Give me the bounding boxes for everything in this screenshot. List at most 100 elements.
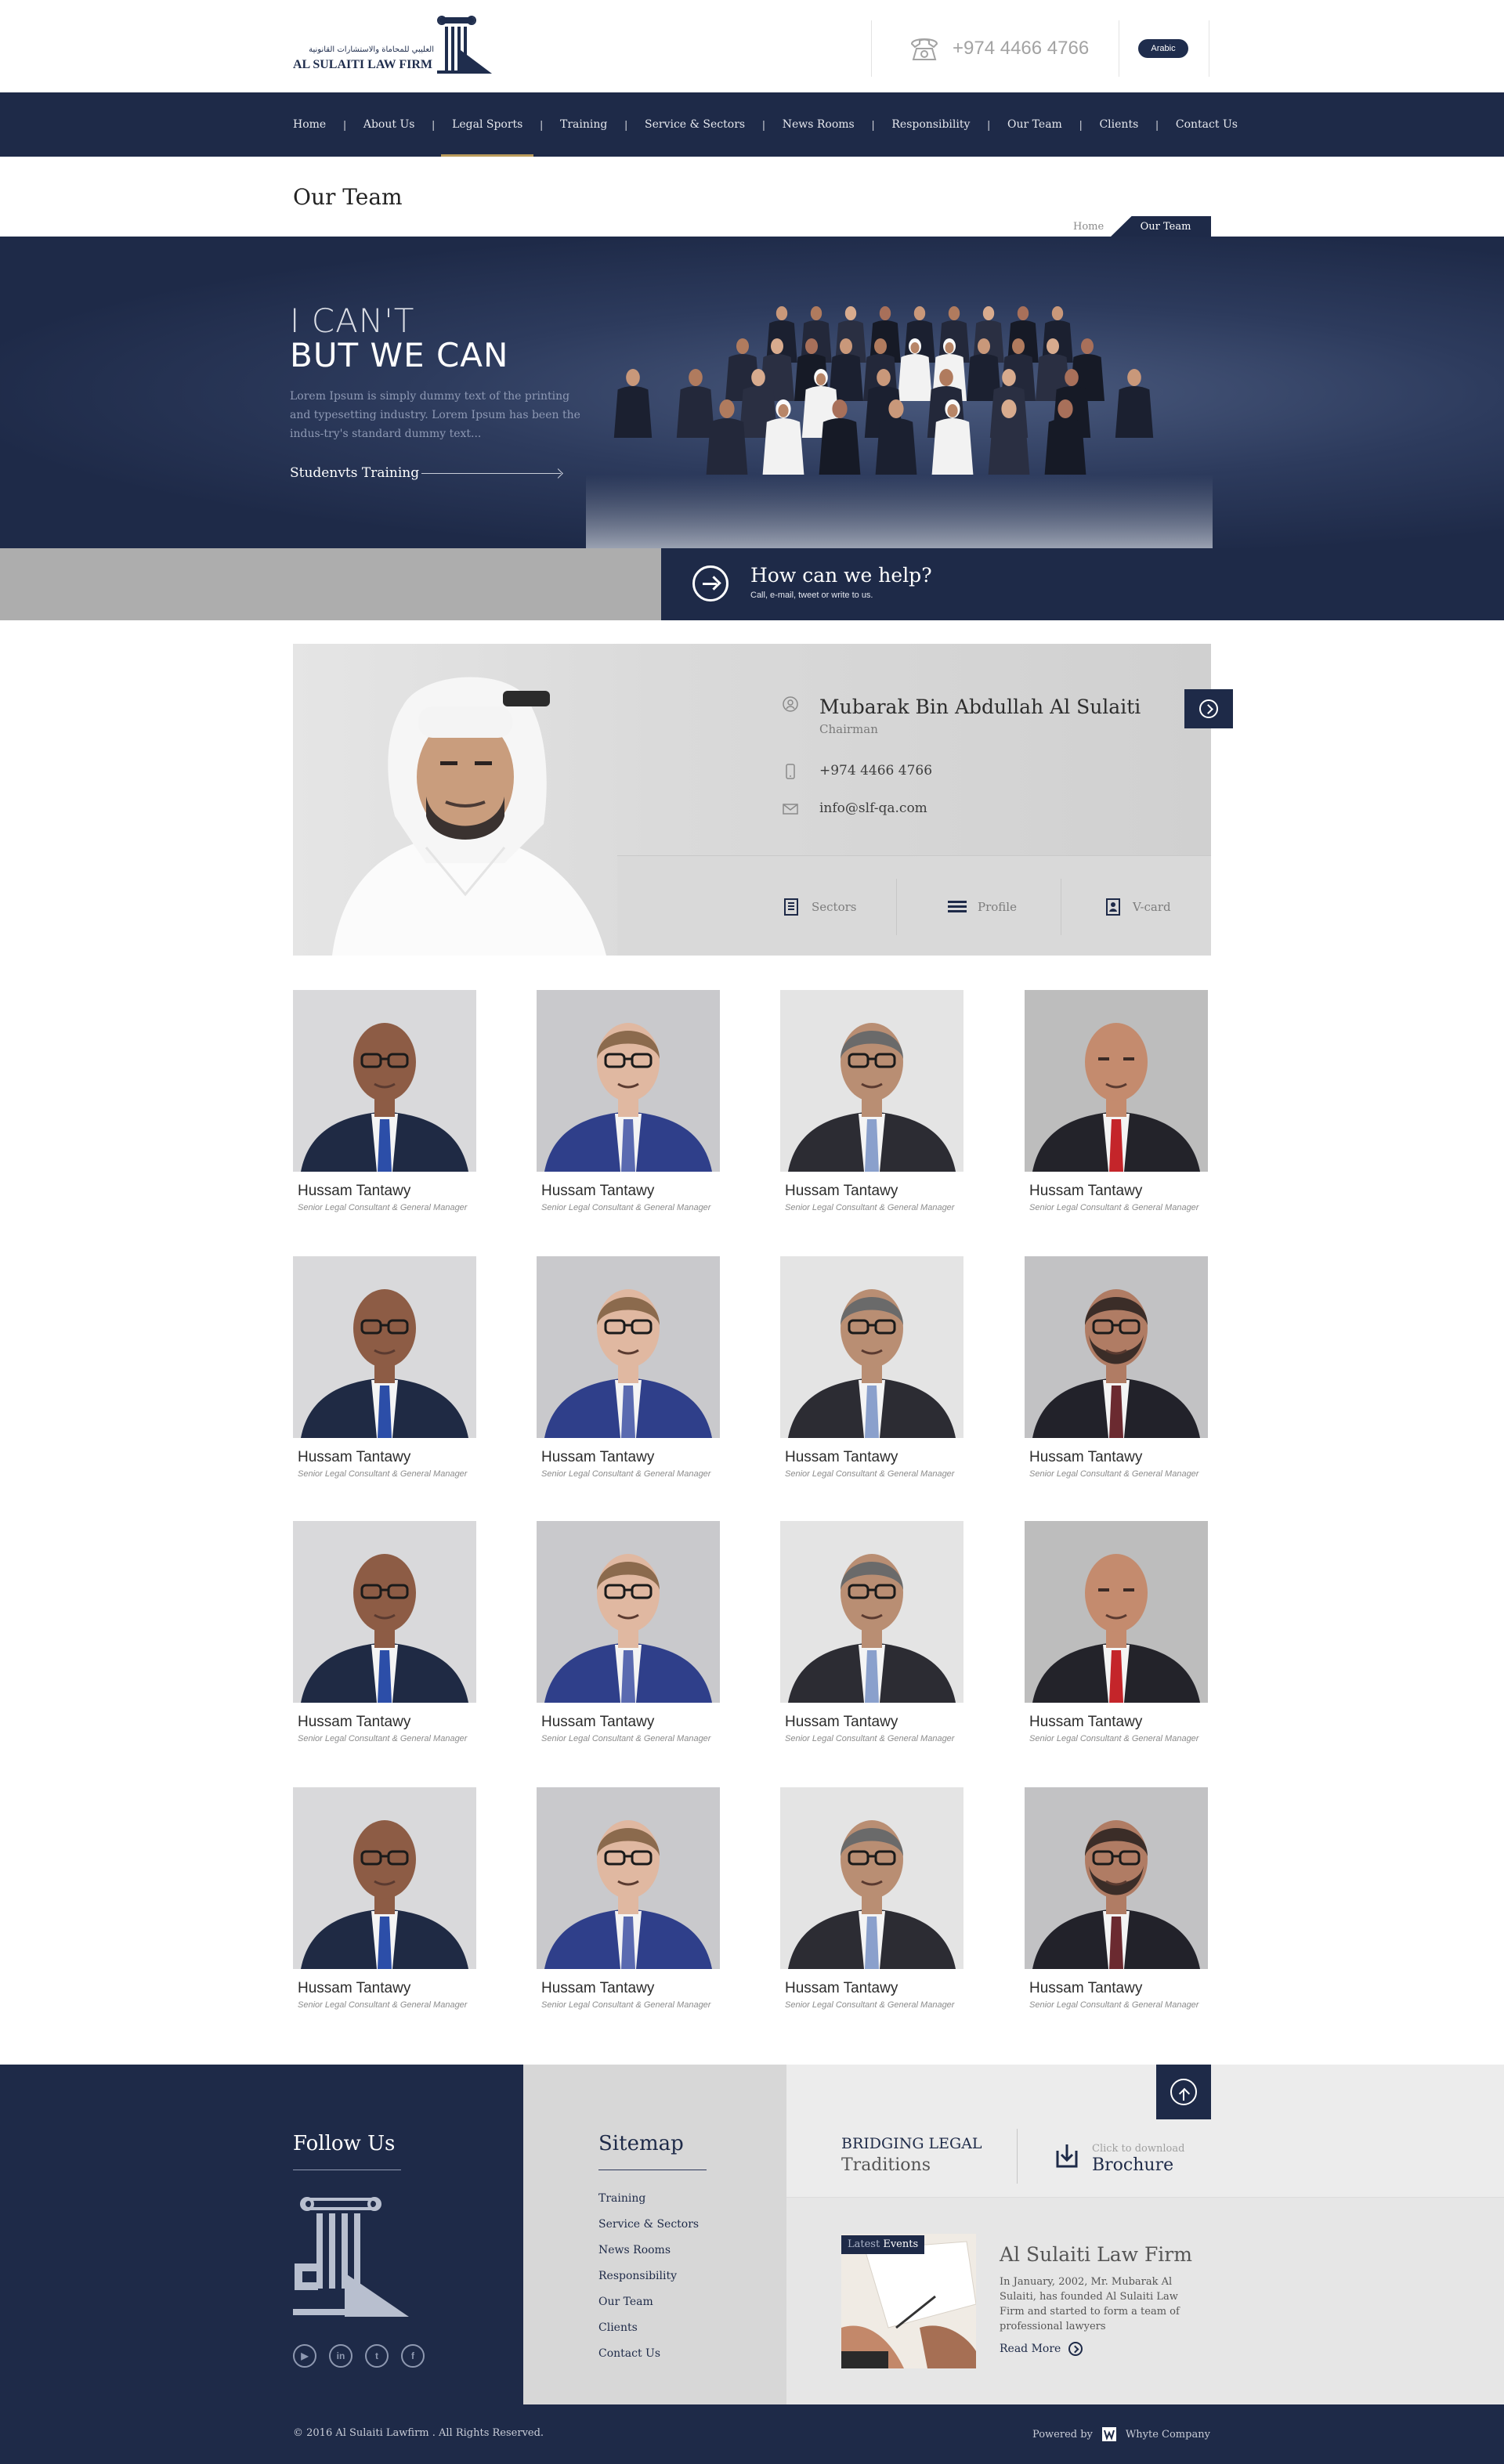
member-photo[interactable] xyxy=(1025,990,1208,1172)
read-more-label: Read More xyxy=(1000,2343,1061,2355)
powered-by[interactable]: Powered by Whyte Company xyxy=(1032,2426,1210,2443)
breadcrumb-home[interactable]: Home xyxy=(1073,221,1104,233)
team-member-card[interactable]: Hussam Tantawy Senior Legal Consultant & … xyxy=(537,990,720,1212)
sitemap-link[interactable]: Training xyxy=(598,2190,699,2216)
site-logo[interactable]: العليبي للمحاماة والاستشارات القانونية A… xyxy=(293,16,494,74)
team-member-card[interactable]: Hussam Tantawy Senior Legal Consultant & … xyxy=(293,1256,476,1479)
member-photo[interactable] xyxy=(1025,1256,1208,1438)
hero-training-link[interactable]: Studenvts Training xyxy=(290,465,419,481)
vcard-button[interactable]: V-card xyxy=(1103,896,1171,918)
member-name[interactable]: Hussam Tantawy xyxy=(293,1714,476,1731)
member-name[interactable]: Hussam Tantawy xyxy=(537,1449,720,1466)
sitemap-link[interactable]: Responsibility xyxy=(598,2267,699,2293)
team-member-card[interactable]: Hussam Tantawy Senior Legal Consultant & … xyxy=(537,1787,720,2010)
member-name[interactable]: Hussam Tantawy xyxy=(1025,1714,1208,1731)
member-photo[interactable] xyxy=(780,1787,964,1969)
phone-icon xyxy=(910,38,938,60)
arrow-right-circle-icon xyxy=(1068,2342,1083,2356)
download-icon[interactable] xyxy=(1053,2141,1081,2170)
member-photo[interactable] xyxy=(293,1521,476,1703)
member-name[interactable]: Hussam Tantawy xyxy=(1025,1980,1208,1997)
team-member-card[interactable]: Hussam Tantawy Senior Legal Consultant & … xyxy=(780,1256,964,1479)
member-photo[interactable] xyxy=(293,990,476,1172)
nav-separator: | xyxy=(1155,118,1159,131)
team-member-card[interactable]: Hussam Tantawy Senior Legal Consultant & … xyxy=(293,990,476,1212)
nav-separator: | xyxy=(624,118,627,131)
arrow-circle-icon[interactable] xyxy=(692,565,728,602)
back-to-top-button[interactable] xyxy=(1156,2065,1211,2119)
team-member-card[interactable]: Hussam Tantawy Senior Legal Consultant & … xyxy=(780,990,964,1212)
member-name[interactable]: Hussam Tantawy xyxy=(537,1183,720,1200)
nav-item-about-us[interactable]: About Us xyxy=(363,92,415,157)
member-name[interactable]: Hussam Tantawy xyxy=(780,1449,964,1466)
member-photo[interactable] xyxy=(293,1256,476,1438)
team-member-card[interactable]: Hussam Tantawy Senior Legal Consultant & … xyxy=(293,1787,476,2010)
member-name[interactable]: Hussam Tantawy xyxy=(293,1980,476,1997)
nav-item-home[interactable]: Home xyxy=(293,92,326,157)
chairman-arrow-button[interactable] xyxy=(1184,689,1233,728)
member-name[interactable]: Hussam Tantawy xyxy=(1025,1183,1208,1200)
whyte-logo-icon xyxy=(1101,2427,1116,2441)
chairman-email[interactable]: info@slf-qa.com xyxy=(819,800,927,816)
member-photo[interactable] xyxy=(780,1256,964,1438)
team-member-card[interactable]: Hussam Tantawy Senior Legal Consultant & … xyxy=(537,1256,720,1479)
footer-logo-icon[interactable] xyxy=(293,2195,410,2317)
member-name[interactable]: Hussam Tantawy xyxy=(537,1714,720,1731)
member-name[interactable]: Hussam Tantawy xyxy=(780,1183,964,1200)
team-member-card[interactable]: Hussam Tantawy Senior Legal Consultant & … xyxy=(1025,990,1208,1212)
profile-button[interactable]: Profile xyxy=(946,896,1017,918)
nav-item-responsibility[interactable]: Responsibility xyxy=(891,92,970,157)
nav-item-service-sectors[interactable]: Service & Sectors xyxy=(645,92,745,157)
sitemap-link[interactable]: Contact Us xyxy=(598,2345,699,2371)
member-name[interactable]: Hussam Tantawy xyxy=(1025,1449,1208,1466)
member-name[interactable]: Hussam Tantawy xyxy=(780,1980,964,1997)
sitemap-link[interactable]: News Rooms xyxy=(598,2242,699,2267)
team-member-card[interactable]: Hussam Tantawy Senior Legal Consultant & … xyxy=(1025,1521,1208,1743)
nav-item-contact-us[interactable]: Contact Us xyxy=(1176,92,1238,157)
sitemap-link[interactable]: Clients xyxy=(598,2319,699,2345)
events-image[interactable]: Latest Events xyxy=(841,2234,976,2368)
member-photo[interactable] xyxy=(1025,1521,1208,1703)
nav-item-our-team[interactable]: Our Team xyxy=(1007,92,1062,157)
team-member-card[interactable]: Hussam Tantawy Senior Legal Consultant & … xyxy=(293,1521,476,1743)
chairman-phone[interactable]: +974 4466 4766 xyxy=(819,763,932,779)
read-more-link[interactable]: Read More xyxy=(1000,2342,1083,2356)
sitemap-link[interactable]: Service & Sectors xyxy=(598,2216,699,2242)
member-photo[interactable] xyxy=(780,1521,964,1703)
nav-item-clients[interactable]: Clients xyxy=(1099,92,1138,157)
group-person xyxy=(613,369,653,438)
linkedin-icon[interactable]: in xyxy=(329,2344,352,2368)
member-photo[interactable] xyxy=(537,1787,720,1969)
member-name[interactable]: Hussam Tantawy xyxy=(537,1980,720,1997)
help-title[interactable]: How can we help? xyxy=(750,564,932,587)
member-name[interactable]: Hussam Tantawy xyxy=(293,1183,476,1200)
member-photo[interactable] xyxy=(293,1787,476,1969)
youtube-icon[interactable]: ▶ xyxy=(293,2344,316,2368)
header-phone[interactable]: +974 4466 4766 xyxy=(953,38,1089,60)
team-member-card[interactable]: Hussam Tantawy Senior Legal Consultant & … xyxy=(780,1787,964,2010)
group-person xyxy=(870,306,901,363)
team-member-card[interactable]: Hussam Tantawy Senior Legal Consultant & … xyxy=(780,1521,964,1743)
facebook-icon[interactable]: f xyxy=(401,2344,425,2368)
nav-item-legal-sports[interactable]: Legal Sports xyxy=(441,92,534,157)
sectors-button[interactable]: Sectors xyxy=(782,896,856,918)
sitemap-link[interactable]: Our Team xyxy=(598,2293,699,2319)
brochure-link[interactable]: Brochure xyxy=(1092,2155,1173,2175)
team-member-card[interactable]: Hussam Tantawy Senior Legal Consultant & … xyxy=(1025,1256,1208,1479)
member-photo[interactable] xyxy=(537,1256,720,1438)
divider xyxy=(1017,2129,1018,2184)
member-photo[interactable] xyxy=(537,1521,720,1703)
member-name[interactable]: Hussam Tantawy xyxy=(293,1449,476,1466)
member-photo[interactable] xyxy=(537,990,720,1172)
member-photo[interactable] xyxy=(1025,1787,1208,1969)
nav-item-news-rooms[interactable]: News Rooms xyxy=(783,92,855,157)
team-member-card[interactable]: Hussam Tantawy Senior Legal Consultant & … xyxy=(1025,1787,1208,2010)
sitemap-list: Training Service & Sectors News Rooms Respo… xyxy=(598,2190,699,2371)
main-nav-items: Home | About Us | Legal Sports | Training | Serv… xyxy=(293,92,1238,157)
language-button[interactable]: Arabic xyxy=(1138,39,1188,58)
team-member-card[interactable]: Hussam Tantawy Senior Legal Consultant & … xyxy=(537,1521,720,1743)
nav-item-training[interactable]: Training xyxy=(560,92,607,157)
member-photo[interactable] xyxy=(780,990,964,1172)
member-name[interactable]: Hussam Tantawy xyxy=(780,1714,964,1731)
twitter-icon[interactable]: t xyxy=(365,2344,389,2368)
